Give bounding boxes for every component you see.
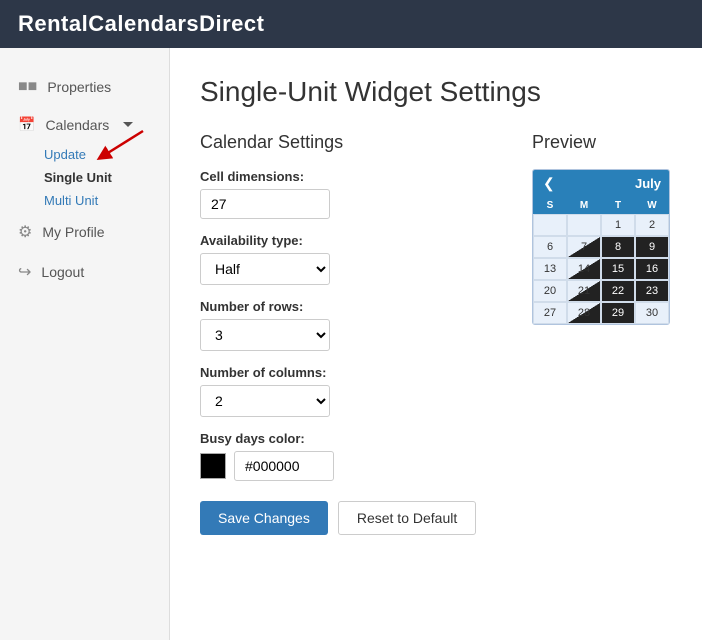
num-rows-group: Number of rows: 1 2 3 4 5: [200, 299, 502, 351]
cal-cell-23: 23: [635, 280, 669, 302]
submenu-item-update[interactable]: Update: [0, 143, 169, 166]
calendar-row-2: 6 7 8 9: [533, 236, 669, 258]
calendar-month-label: July: [635, 176, 661, 191]
cal-cell-15: 15: [601, 258, 635, 280]
action-buttons: Save Changes Reset to Default: [200, 501, 502, 535]
sidebar-properties-label: Properties: [47, 79, 111, 95]
chevron-down-icon: [123, 122, 133, 127]
sidebar-item-my-profile[interactable]: ⚙ My Profile: [0, 212, 169, 252]
num-rows-select[interactable]: 1 2 3 4 5: [200, 319, 330, 351]
num-rows-label: Number of rows:: [200, 299, 502, 314]
submenu-item-multi-unit[interactable]: Multi Unit: [0, 189, 169, 212]
num-cols-label: Number of columns:: [200, 365, 502, 380]
cal-cell-6: 6: [533, 236, 567, 258]
availability-type-select[interactable]: Half Full None: [200, 253, 330, 285]
day-name-t: T: [601, 197, 635, 214]
save-button[interactable]: Save Changes: [200, 501, 328, 535]
cal-cell-27: 27: [533, 302, 567, 324]
cal-cell-9: 9: [635, 236, 669, 258]
sidebar-profile-label: My Profile: [42, 224, 104, 240]
cal-cell-empty: [567, 214, 601, 236]
sidebar-item-properties[interactable]: ■■ Properties: [0, 68, 169, 106]
reset-button[interactable]: Reset to Default: [338, 501, 476, 535]
day-name-m: M: [567, 197, 601, 214]
cal-cell-28: 28: [567, 302, 601, 324]
cell-dimensions-group: Cell dimensions:: [200, 169, 502, 219]
main-content: Single-Unit Widget Settings Calendar Set…: [170, 48, 702, 640]
availability-type-label: Availability type:: [200, 233, 502, 248]
cell-dimensions-input[interactable]: [200, 189, 330, 219]
sidebar-calendars-label: Calendars: [45, 117, 109, 133]
cal-cell-21: 21: [567, 280, 601, 302]
grid-icon: ■■: [18, 78, 37, 96]
cal-cell-2: 2: [635, 214, 669, 236]
cal-cell-7: 7: [567, 236, 601, 258]
day-name-s: S: [533, 197, 567, 214]
busy-color-row: [200, 451, 502, 481]
preview-column: Preview ❮ July S M T W: [532, 132, 672, 535]
cal-cell-20: 20: [533, 280, 567, 302]
sidebar-logout-label: Logout: [41, 264, 84, 280]
color-swatch[interactable]: [200, 453, 226, 479]
availability-type-group: Availability type: Half Full None: [200, 233, 502, 285]
calendars-submenu: Update Single Unit Multi Unit: [0, 143, 169, 212]
calendar-row-1: 1 2: [533, 214, 669, 236]
num-cols-select[interactable]: 1 2 3 4: [200, 385, 330, 417]
day-name-w: W: [635, 197, 669, 214]
calendar-row-4: 20 21 22 23: [533, 280, 669, 302]
calendar-row-3: 13 14 15 16: [533, 258, 669, 280]
cal-cell-14: 14: [567, 258, 601, 280]
cell-dimensions-label: Cell dimensions:: [200, 169, 502, 184]
busy-color-label: Busy days color:: [200, 431, 502, 446]
cal-cell-8: 8: [601, 236, 635, 258]
cal-cell-30: 30: [635, 302, 669, 324]
settings-section-title: Calendar Settings: [200, 132, 502, 153]
gear-icon: ⚙: [18, 222, 32, 242]
calendar-row-5: 27 28 29 30: [533, 302, 669, 324]
page-title: Single-Unit Widget Settings: [200, 76, 672, 108]
calendar-icon: 📅: [18, 116, 35, 133]
preview-section-title: Preview: [532, 132, 672, 153]
calendar-preview: ❮ July S M T W: [532, 169, 670, 325]
settings-column: Calendar Settings Cell dimensions: Avail…: [200, 132, 502, 535]
cal-cell-16: 16: [635, 258, 669, 280]
sidebar-item-logout[interactable]: ↪ Logout: [0, 252, 169, 292]
calendar-day-names: S M T W: [533, 197, 669, 214]
app-title: RentalCalendarsDirect: [18, 11, 264, 37]
calendar-body: 1 2 6 7 8 9 13 14: [533, 214, 669, 324]
num-cols-group: Number of columns: 1 2 3 4: [200, 365, 502, 417]
sidebar: ■■ Properties 📅 Calendars Update Single …: [0, 48, 170, 640]
busy-color-group: Busy days color:: [200, 431, 502, 481]
busy-color-input[interactable]: [234, 451, 334, 481]
app-header: RentalCalendarsDirect: [0, 0, 702, 48]
cal-cell-1: 1: [601, 214, 635, 236]
cal-cell-empty: [533, 214, 567, 236]
calendar-header: ❮ July: [533, 170, 669, 197]
logout-icon: ↪: [18, 262, 31, 282]
sidebar-item-calendars[interactable]: 📅 Calendars: [0, 106, 169, 143]
submenu-item-single-unit[interactable]: Single Unit: [0, 166, 169, 189]
cal-cell-29: 29: [601, 302, 635, 324]
cal-cell-13: 13: [533, 258, 567, 280]
calendar-prev-button[interactable]: ❮: [541, 175, 557, 192]
cal-cell-22: 22: [601, 280, 635, 302]
